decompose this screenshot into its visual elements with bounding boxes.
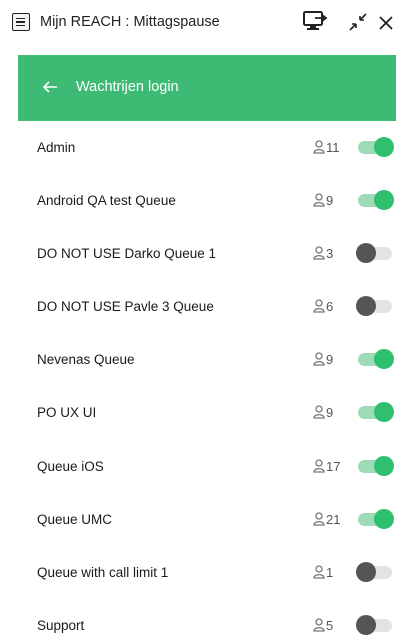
queue-list: Admin 11 Android QA test Queue 9 DO NOT …: [18, 121, 396, 637]
monitor-icon[interactable]: [302, 10, 328, 34]
queue-row-support[interactable]: Support 5: [18, 599, 396, 637]
queue-row-darko[interactable]: DO NOT USE Darko Queue 1 3: [18, 227, 396, 280]
user-icon: [313, 512, 325, 526]
close-icon[interactable]: [377, 12, 395, 32]
queue-name: PO UX UI: [37, 405, 97, 421]
queue-name: DO NOT USE Pavle 3 Queue: [37, 299, 214, 315]
queue-toggle[interactable]: [358, 349, 394, 370]
user-icon: [313, 299, 325, 313]
queue-toggle[interactable]: [358, 508, 394, 529]
user-count: 9: [326, 193, 334, 209]
toggle-knob: [356, 243, 376, 264]
user-count: 3: [326, 246, 334, 262]
minimize-icon[interactable]: [348, 12, 368, 32]
toggle-knob: [356, 561, 376, 582]
queue-name: DO NOT USE Darko Queue 1: [37, 246, 217, 262]
toggle-knob: [374, 349, 394, 370]
toggle-knob: [374, 508, 394, 529]
queue-toggle[interactable]: [358, 190, 394, 211]
queue-toggle[interactable]: [358, 137, 394, 157]
user-count: 17: [326, 458, 341, 474]
user-icon: [313, 565, 325, 579]
user-icon: [313, 458, 325, 473]
queue-toggle[interactable]: [358, 455, 394, 476]
back-arrow-icon[interactable]: [42, 79, 58, 95]
queue-row-nevenas[interactable]: Nevenas Queue 9: [18, 333, 396, 386]
queue-toggle[interactable]: [356, 296, 392, 317]
queue-name: Queue with call limit 1: [37, 564, 169, 580]
toggle-knob: [374, 455, 394, 476]
queue-name: Android QA test Queue: [37, 193, 176, 209]
user-icon: [313, 193, 325, 207]
user-count: 11: [326, 140, 340, 155]
queue-name: Queue UMC: [37, 511, 113, 527]
user-icon: [313, 246, 325, 260]
user-icon: [313, 140, 325, 154]
toggle-knob: [356, 614, 376, 635]
queue-toggle[interactable]: [356, 243, 392, 264]
queue-name: Nevenas Queue: [37, 352, 135, 368]
user-count: 6: [326, 299, 334, 315]
queue-toggle[interactable]: [358, 402, 394, 423]
user-count: 9: [326, 405, 334, 421]
app-title: Mijn REACH : Mittagspause: [40, 14, 220, 30]
queue-row-po-ux-ui[interactable]: PO UX UI 9: [18, 386, 396, 439]
queue-toggle[interactable]: [356, 561, 392, 582]
user-icon: [313, 618, 325, 632]
queue-name: Admin: [37, 140, 76, 155]
queue-name: Support: [37, 617, 85, 633]
toggle-knob: [356, 296, 376, 317]
title-bar: Mijn REACH : Mittagspause: [0, 0, 396, 44]
queue-row-android-qa[interactable]: Android QA test Queue 9: [18, 174, 396, 227]
page-header: Wachtrijen login: [18, 55, 396, 121]
toggle-knob: [374, 137, 394, 157]
user-icon: [313, 352, 325, 367]
queue-toggle[interactable]: [356, 614, 392, 635]
user-icon: [313, 405, 325, 420]
user-count: 21: [326, 511, 341, 527]
queue-name: Queue iOS: [37, 458, 104, 474]
page-title: Wachtrijen login: [76, 79, 179, 95]
queue-row-ios[interactable]: Queue iOS 17: [18, 440, 396, 493]
user-count: 1: [326, 564, 334, 580]
toggle-knob: [374, 190, 394, 211]
menu-icon[interactable]: [12, 13, 30, 31]
queue-row-call-limit[interactable]: Queue with call limit 1 1: [18, 546, 396, 599]
toggle-knob: [374, 402, 394, 423]
user-count: 5: [326, 617, 334, 633]
queue-row-pavle[interactable]: DO NOT USE Pavle 3 Queue 6: [18, 280, 396, 333]
user-count: 9: [326, 352, 334, 368]
queue-row-admin[interactable]: Admin 11: [18, 121, 396, 174]
queue-row-umc[interactable]: Queue UMC 21: [18, 493, 396, 546]
